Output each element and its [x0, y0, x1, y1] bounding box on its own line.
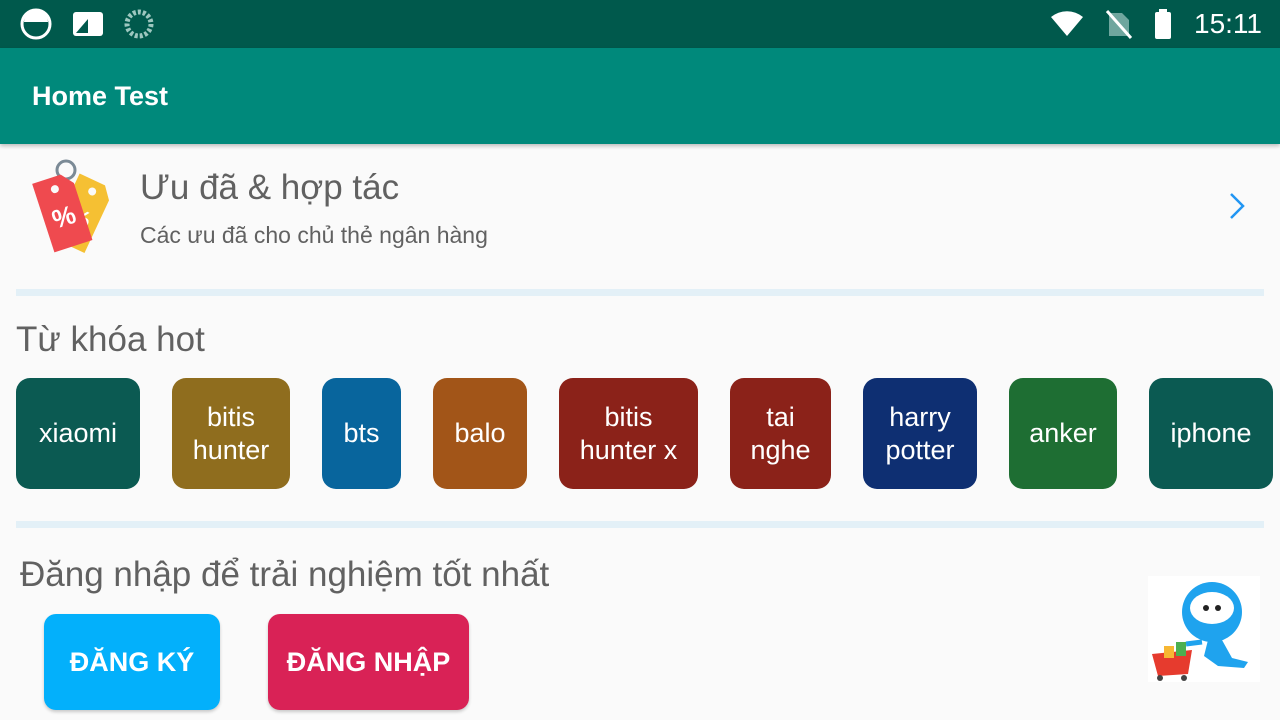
keyword-chip-bitis-hunter[interactable]: bitis hunter: [172, 378, 290, 489]
keyword-label: iphone: [1170, 418, 1252, 448]
status-bar: 15:11: [0, 0, 1280, 48]
wifi-icon: [1051, 11, 1083, 36]
keyword-label: tai nghe: [750, 401, 811, 465]
keyword-label: bitis hunter: [192, 401, 270, 465]
keyword-label: harry potter: [885, 401, 955, 465]
keyword-chip-xiaomi[interactable]: xiaomi: [16, 378, 140, 489]
app-title: Home Test: [32, 81, 169, 111]
keyword-chip-anker[interactable]: anker: [1009, 378, 1117, 489]
keyword-chip-balo[interactable]: balo: [433, 378, 527, 489]
login-button-label: ĐĂNG NHẬP: [286, 646, 451, 677]
promo-row[interactable]: % % Ưu đã & hợp tác Các ưu đã cho chủ th…: [0, 146, 1280, 286]
keyword-label: anker: [1029, 418, 1097, 448]
keyword-chip-iphone[interactable]: iphone: [1149, 378, 1273, 489]
gallery-icon: [73, 12, 103, 36]
keyword-label: balo: [454, 418, 506, 448]
login-prompt-title: Đăng nhập để trải nghiệm tốt nhất: [20, 555, 550, 594]
promo-title: Ưu đã & hợp tác: [140, 168, 400, 207]
login-button[interactable]: ĐĂNG NHẬP: [268, 614, 469, 710]
register-button[interactable]: ĐĂNG KÝ: [44, 614, 220, 710]
battery-icon: [1155, 9, 1171, 39]
discount-tag-icon: % %: [32, 159, 110, 253]
keyword-label: xiaomi: [38, 418, 118, 448]
chevron-right-icon[interactable]: [1222, 188, 1250, 224]
hot-keywords-title: Từ khóa hot: [16, 320, 205, 359]
keyword-label: bts: [343, 418, 380, 448]
keyword-chip-tai-nghe[interactable]: tai nghe: [730, 378, 831, 489]
keyword-chip-bitis-hunter-x[interactable]: bitis hunter x: [559, 378, 698, 489]
divider: [16, 521, 1264, 528]
divider: [16, 289, 1264, 296]
keyword-chip-harry-potter[interactable]: harry potter: [863, 378, 977, 489]
no-sim-icon: [1106, 10, 1132, 39]
status-time: 15:11: [1194, 8, 1262, 39]
notification-circle-icon: [20, 8, 52, 40]
app-bar: Home Test: [0, 48, 1280, 144]
loading-icon: [124, 9, 154, 39]
register-button-label: ĐĂNG KÝ: [69, 646, 195, 677]
shopping-mascot-icon[interactable]: [1148, 576, 1260, 682]
keyword-chip-bts[interactable]: bts: [322, 378, 401, 489]
keyword-label: bitis hunter x: [579, 401, 678, 465]
promo-subtitle: Các ưu đã cho chủ thẻ ngân hàng: [140, 222, 488, 248]
